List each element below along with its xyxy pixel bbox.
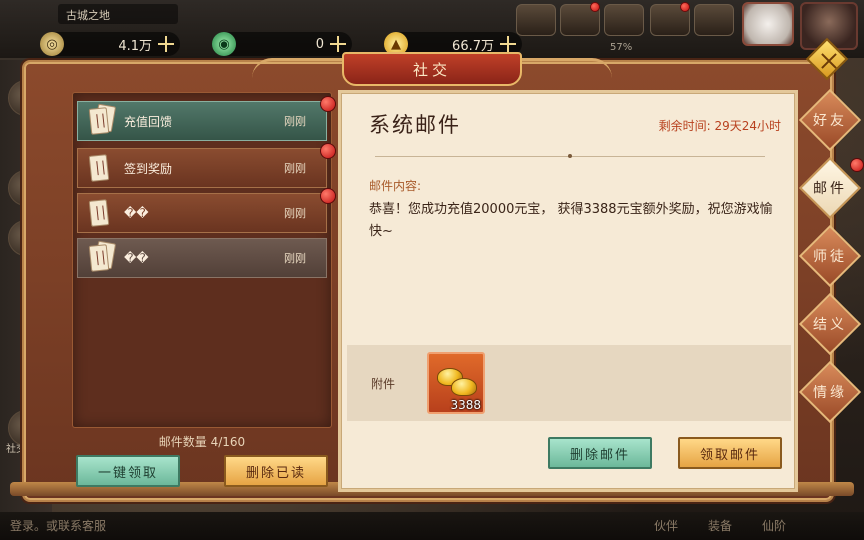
remaining-time: 剩余时间: 29天24小时 <box>658 119 781 133</box>
mail-title: 签到奖励 <box>124 161 173 176</box>
delete-mail-button[interactable]: 删除邮件 <box>548 437 652 469</box>
jade-currency: ◉ 0 <box>212 32 352 56</box>
coin-value: 4.1万 <box>118 38 152 54</box>
energy-percent: 57% <box>610 42 633 53</box>
tab-label: 邮件 <box>813 181 847 197</box>
mail-detail-panel: 系统邮件 剩余时间: 29天24小时 邮件内容: 恭喜！您成功充值20000元宝… <box>338 90 798 492</box>
location-label: 古城之地 <box>58 4 178 24</box>
jade-icon: ◉ <box>212 32 236 56</box>
tab-master[interactable]: 师徒 <box>798 224 862 288</box>
bottom-nav-equipment[interactable]: 装备 <box>708 517 732 534</box>
mail-title: �� <box>124 251 149 265</box>
bottom-hint-text: 登录。或联系客服 <box>10 519 107 533</box>
claim-all-button[interactable]: 一键领取 <box>76 455 180 487</box>
mail-list-item[interactable]: �� 刚刚 <box>77 238 327 278</box>
mail-title: �� <box>124 206 149 220</box>
mail-tab-red-dot <box>850 158 864 172</box>
event-red-dot <box>680 2 690 12</box>
attachment-label: 附件 <box>371 377 396 391</box>
bottom-nav-immortal[interactable]: 仙阶 <box>762 517 786 534</box>
coin-currency: ◎ 4.1万 <box>40 32 180 56</box>
mail-list-item[interactable]: 签到奖励 刚刚 <box>77 143 336 188</box>
add-ingot-plus-icon[interactable] <box>500 36 516 52</box>
mail-detail-title: 系统邮件 <box>369 113 461 137</box>
energy-icon[interactable] <box>604 4 644 36</box>
announcement-red-dot <box>590 2 600 12</box>
gold-ingot-icon <box>451 378 477 396</box>
unread-red-dot <box>320 96 336 112</box>
mail-title: 充值回馈 <box>124 114 173 129</box>
bottom-hud-bar: 登录。或联系客服 伙伴 装备 仙阶 <box>0 512 864 540</box>
tab-label: 情缘 <box>813 385 847 401</box>
mail-list-item[interactable]: 充值回馈 刚刚 <box>77 96 336 141</box>
mail-letter-icon <box>88 197 116 229</box>
attachment-quantity: 3388 <box>450 398 481 412</box>
mail-letter-icon <box>88 240 117 274</box>
mail-time: 刚刚 <box>284 207 306 220</box>
attachment-gold-ingot[interactable]: 3388 <box>427 352 485 414</box>
claim-mail-button[interactable]: 领取邮件 <box>678 437 782 469</box>
mail-list-panel: 充值回馈 刚刚 签到奖励 刚刚 �� 刚刚 �� 刚刚 <box>72 92 336 428</box>
hud-menu-icon[interactable] <box>516 4 556 36</box>
mail-list-item[interactable]: �� 刚刚 <box>77 188 336 233</box>
unread-red-dot <box>320 143 336 159</box>
mail-letter-icon <box>88 152 116 184</box>
bottom-nav-partner[interactable]: 伙伴 <box>654 517 678 534</box>
tab-friends[interactable]: 好友 <box>798 88 862 152</box>
attachment-strip: 附件 3388 <box>347 345 791 421</box>
tab-label: 好友 <box>813 113 847 129</box>
tab-mail[interactable]: 邮件 <box>798 156 864 220</box>
content-label: 邮件内容: <box>369 179 422 193</box>
jade-value: 0 <box>315 36 324 52</box>
add-jade-plus-icon[interactable] <box>330 36 346 52</box>
dialog-title-plate: 社交 <box>342 52 522 86</box>
mail-count: 邮件数量 4/160 <box>158 435 246 449</box>
mail-letter-icon <box>88 103 117 137</box>
mail-content-text: 恭喜！您成功充值20000元宝， 获得3388元宝额外奖励，祝您游戏愉快~ <box>369 202 773 239</box>
pet-avatar[interactable] <box>742 2 794 46</box>
hud-ranking-icon[interactable] <box>694 4 734 36</box>
tab-romance[interactable]: 情缘 <box>798 360 862 424</box>
coin-icon: ◎ <box>40 32 64 56</box>
dialog-title: 社交 <box>412 60 451 79</box>
tab-sworn[interactable]: 结义 <box>798 292 862 356</box>
mail-time: 刚刚 <box>284 115 306 128</box>
close-icon[interactable] <box>817 49 841 73</box>
unread-red-dot <box>320 188 336 204</box>
ingot-value: 66.7万 <box>452 38 494 54</box>
top-hud: 古城之地 ◎ 4.1万 ◉ 0 ▲ 66.7万 57% <box>0 0 864 58</box>
tab-label: 结义 <box>813 317 847 333</box>
mail-time: 刚刚 <box>284 162 306 175</box>
mail-time: 刚刚 <box>284 252 306 265</box>
divider-dot <box>568 154 572 158</box>
delete-read-button[interactable]: 删除已读 <box>224 455 328 487</box>
tab-label: 师徒 <box>813 249 847 265</box>
add-coin-plus-icon[interactable] <box>158 36 174 52</box>
